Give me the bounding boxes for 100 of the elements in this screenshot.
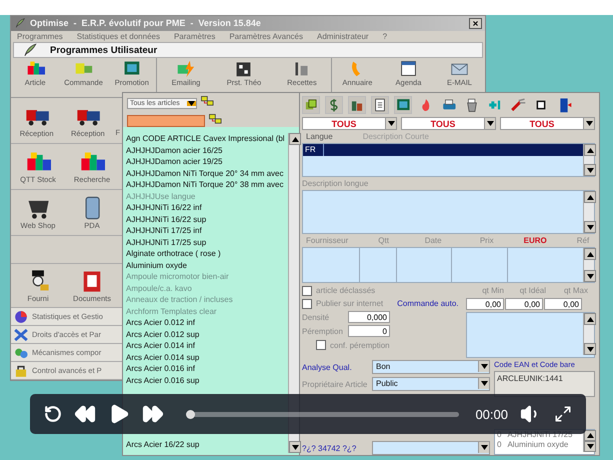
up-arrow-icon[interactable] bbox=[586, 194, 594, 200]
checkbox-label: conf. péremption bbox=[330, 340, 390, 350]
column-header: Date bbox=[424, 236, 443, 245]
scrollbar[interactable] bbox=[583, 313, 594, 355]
menu-item[interactable]: Paramètres Avancés bbox=[229, 32, 303, 41]
fullscreen-button[interactable] bbox=[554, 405, 572, 423]
column-header: Langue bbox=[306, 132, 333, 141]
down-arrow-icon[interactable] bbox=[480, 364, 488, 369]
down-arrow-icon[interactable] bbox=[586, 121, 592, 126]
menu-item[interactable]: Statistiques et données bbox=[76, 32, 160, 41]
fast-forward-button[interactable] bbox=[142, 403, 164, 425]
up-arrow-icon[interactable] bbox=[292, 136, 298, 142]
filter-dropdown[interactable]: TOUS bbox=[401, 117, 496, 130]
filter-dropdown[interactable]: TOUS bbox=[302, 117, 397, 130]
dropdown[interactable]: Public bbox=[372, 377, 490, 391]
down-arrow-icon[interactable] bbox=[480, 445, 488, 450]
field-label: Commande auto. bbox=[397, 299, 459, 308]
app-icon bbox=[14, 17, 26, 30]
pie-chart-icon[interactable] bbox=[13, 308, 29, 324]
list-item[interactable]: AJHJHJNiTi 16/22 sup bbox=[123, 214, 288, 225]
list-item[interactable]: AJHJHJDamon acier 16/25 bbox=[123, 144, 288, 156]
list-item[interactable]: Arcs Acier 0.012 inf bbox=[123, 317, 288, 328]
list-item[interactable]: Aluminium oxyde bbox=[123, 260, 288, 271]
down-arrow-icon[interactable] bbox=[586, 224, 594, 230]
column-header: Réf bbox=[576, 236, 590, 245]
density-field[interactable]: 0,000 bbox=[348, 311, 390, 323]
description-field[interactable] bbox=[302, 190, 595, 234]
filter-dropdown[interactable]: TOUS bbox=[500, 117, 595, 130]
list-item[interactable]: AJHJHJNiTi 16/22 inf bbox=[123, 202, 288, 214]
column-header: Description Courte bbox=[362, 132, 429, 141]
menu-item[interactable]: ? bbox=[382, 32, 388, 41]
up-arrow-icon[interactable] bbox=[586, 433, 594, 438]
list-item[interactable]: AJHJHJNiTi 17/25 inf bbox=[123, 225, 288, 236]
down-arrow-icon[interactable] bbox=[480, 381, 488, 386]
list-item[interactable]: AJHJHJNiTi 17/25 sup bbox=[123, 236, 288, 248]
list-item[interactable]: AJHJHJDamon acier 19/25 bbox=[123, 156, 288, 168]
rewind-button[interactable] bbox=[74, 403, 96, 425]
list-item[interactable]: Alginate orthotrace ( rose ) bbox=[123, 248, 288, 260]
window-title: Optimise - E.R.P. évolutif pour PME - Version 15.84e bbox=[30, 18, 262, 28]
up-arrow-icon[interactable] bbox=[586, 316, 594, 322]
column-header: Fournisseur bbox=[306, 236, 348, 245]
tools-icon[interactable] bbox=[13, 326, 29, 342]
time-label: 00:00 bbox=[475, 406, 508, 422]
list-item[interactable]: AJHJHJDamon NiTi Torque 20° 34 mm avec bbox=[123, 168, 288, 179]
field-label: Péremption bbox=[302, 326, 344, 336]
menu-item[interactable]: Programmes bbox=[17, 32, 63, 41]
list-item[interactable]: Arcs Acier 16/22 sup bbox=[123, 439, 288, 450]
field-label: Propriétaire Article bbox=[302, 380, 368, 388]
barcode-field[interactable]: ARCLEUNIK:1441 bbox=[494, 371, 595, 397]
list-item[interactable]: AJHJHJDamon NiTi Torque 20° 38 mm avec bbox=[123, 179, 288, 190]
quantity-field[interactable]: 0,00 bbox=[466, 298, 504, 310]
down-arrow-icon[interactable] bbox=[292, 444, 298, 450]
checkbox[interactable] bbox=[302, 286, 312, 296]
column-header: Qtt bbox=[378, 236, 390, 245]
menu-item[interactable]: Paramètres bbox=[174, 32, 216, 41]
quantity-field[interactable]: 0,00 bbox=[505, 298, 543, 310]
menu-item[interactable]: Administrateur bbox=[317, 32, 369, 41]
checkbox[interactable] bbox=[316, 340, 326, 350]
field-label: ?¿? 34742 ?¿? bbox=[302, 444, 358, 452]
list-item[interactable]: Arcs Acier 0.014 inf bbox=[123, 340, 288, 352]
dropdown[interactable]: Bon bbox=[372, 360, 490, 374]
replay-button[interactable] bbox=[44, 405, 62, 423]
quill-icon bbox=[22, 42, 38, 58]
checkbox-label: article déclassés bbox=[316, 286, 376, 295]
checkbox-label: Publier sur internet bbox=[316, 299, 384, 308]
column-header: qt Min bbox=[481, 286, 504, 295]
list-item[interactable]: Arcs Acier 0.016 sup bbox=[123, 374, 288, 386]
calendar-icon[interactable] bbox=[398, 59, 418, 78]
field-label: Analyse Qual. bbox=[302, 362, 353, 372]
checkbox[interactable] bbox=[302, 298, 312, 308]
list-item[interactable]: Arcs Acier 0.012 sup bbox=[123, 328, 288, 340]
column-header: Prix bbox=[480, 236, 494, 245]
up-arrow-icon[interactable] bbox=[586, 252, 594, 256]
down-arrow-icon[interactable] bbox=[586, 346, 594, 352]
list-item[interactable]: Agn CODE ARTICLE Cavex Impressional (bl bbox=[123, 133, 288, 144]
down-arrow-icon[interactable] bbox=[586, 274, 594, 278]
down-arrow-icon[interactable] bbox=[586, 444, 594, 449]
field-label: Densité bbox=[302, 312, 330, 322]
scrollbar[interactable] bbox=[583, 191, 594, 233]
up-arrow-icon[interactable] bbox=[586, 148, 594, 152]
grid-row[interactable]: FR bbox=[303, 144, 583, 156]
down-arrow-icon[interactable] bbox=[188, 100, 195, 106]
currency-label: EURO bbox=[524, 236, 547, 245]
down-arrow-icon[interactable] bbox=[388, 121, 394, 126]
scrollbar[interactable] bbox=[583, 144, 594, 176]
scrollbar[interactable] bbox=[583, 248, 594, 282]
down-arrow-icon[interactable] bbox=[586, 168, 594, 172]
list-item[interactable]: Arcs Acier 0.014 sup bbox=[123, 352, 288, 363]
search-field[interactable] bbox=[127, 115, 205, 127]
list-item[interactable]: 0 Aluminium oxyde bbox=[495, 440, 583, 450]
progress-handle[interactable] bbox=[186, 410, 195, 418]
quantity-field[interactable]: 0,00 bbox=[544, 298, 582, 310]
section-title: Programmes Utilisateur bbox=[50, 44, 158, 56]
expiry-field[interactable]: 0 bbox=[348, 325, 390, 337]
down-arrow-icon[interactable] bbox=[486, 121, 494, 126]
scrollbar[interactable] bbox=[583, 430, 594, 452]
column-header: qt Idéal bbox=[518, 286, 546, 295]
column-header: qt Max bbox=[562, 286, 588, 295]
list-item[interactable]: Arcs Acier 0.016 inf bbox=[123, 363, 288, 374]
field-label: Description longue bbox=[302, 179, 370, 188]
